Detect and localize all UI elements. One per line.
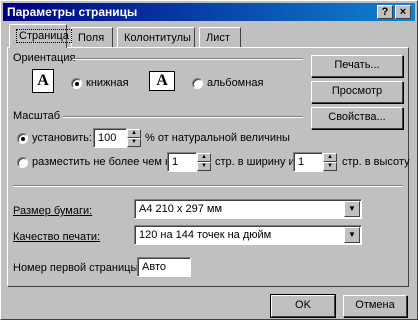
fit-wide-suffix: стр. в ширину и — [215, 156, 295, 168]
orientation-divider — [73, 58, 303, 60]
fit-wide-spinner[interactable]: ▲ ▼ — [197, 153, 211, 171]
portrait-radio[interactable] — [71, 78, 82, 89]
preview-button[interactable]: Просмотр — [311, 81, 403, 103]
landscape-radio[interactable] — [192, 78, 203, 89]
tab-header-footer[interactable]: Колонтитулы — [117, 27, 195, 47]
paper-size-label: Размер бумаги: — [13, 205, 93, 217]
first-page-label: Номер первой страницы: — [13, 262, 142, 274]
adjust-percent-input[interactable]: 100 — [93, 128, 127, 148]
section-divider — [13, 185, 403, 187]
spin-up-icon[interactable]: ▲ — [323, 153, 337, 162]
ok-button[interactable]: OK — [270, 294, 336, 318]
title-bar: Параметры страницы ? × — [3, 3, 415, 21]
scale-divider — [63, 116, 303, 118]
close-button[interactable]: × — [395, 5, 411, 19]
paper-size-select[interactable]: A4 210 x 297 мм — [134, 199, 362, 219]
fit-tall-spinner[interactable]: ▲ ▼ — [323, 153, 337, 171]
adjust-spinner[interactable]: ▲ ▼ — [127, 129, 141, 147]
paper-size-value: A4 210 x 297 мм — [139, 203, 223, 215]
portrait-label[interactable]: книжная — [86, 77, 129, 89]
spin-up-icon[interactable]: ▲ — [127, 129, 141, 138]
print-quality-label: Качество печати: — [13, 231, 101, 243]
landscape-icon: A — [149, 71, 175, 91]
adjust-radio[interactable] — [17, 133, 28, 144]
fit-radio[interactable] — [17, 157, 28, 168]
adjust-label[interactable]: установить: — [32, 132, 92, 144]
page-setup-dialog: Параметры страницы ? × Страница Поля Кол… — [0, 0, 418, 320]
orientation-heading: Ориентация — [13, 52, 76, 64]
first-page-input[interactable]: Авто — [137, 257, 191, 277]
print-quality-dropdown-icon[interactable]: ▼ — [344, 227, 360, 243]
fit-tall-input[interactable]: 1 — [293, 152, 323, 172]
print-button[interactable]: Печать... — [311, 55, 403, 77]
cancel-button[interactable]: Отмена — [343, 295, 407, 317]
tab-margins[interactable]: Поля — [71, 27, 113, 47]
print-quality-value: 120 на 144 точек на дюйм — [139, 229, 272, 241]
landscape-label[interactable]: альбомная — [207, 77, 263, 89]
print-quality-select[interactable]: 120 на 144 точек на дюйм — [134, 225, 362, 245]
spin-down-icon[interactable]: ▼ — [197, 162, 211, 171]
fit-label[interactable]: разместить не более чем на: — [32, 156, 180, 168]
adjust-suffix: % от натуральной величины — [145, 132, 290, 144]
spin-down-icon[interactable]: ▼ — [323, 162, 337, 171]
tab-sheet[interactable]: Лист — [199, 27, 241, 47]
fit-wide-input[interactable]: 1 — [167, 152, 197, 172]
spin-down-icon[interactable]: ▼ — [127, 138, 141, 147]
tab-page[interactable]: Страница — [9, 24, 72, 48]
fit-tall-suffix: стр. в высоту — [342, 156, 410, 168]
help-button[interactable]: ? — [377, 5, 393, 19]
paper-size-dropdown-icon[interactable]: ▼ — [344, 201, 360, 217]
spin-up-icon[interactable]: ▲ — [197, 153, 211, 162]
properties-button[interactable]: Свойства... — [311, 107, 403, 129]
scale-heading: Масштаб — [13, 110, 61, 122]
window-title: Параметры страницы — [7, 5, 138, 19]
portrait-icon: A — [32, 69, 54, 93]
